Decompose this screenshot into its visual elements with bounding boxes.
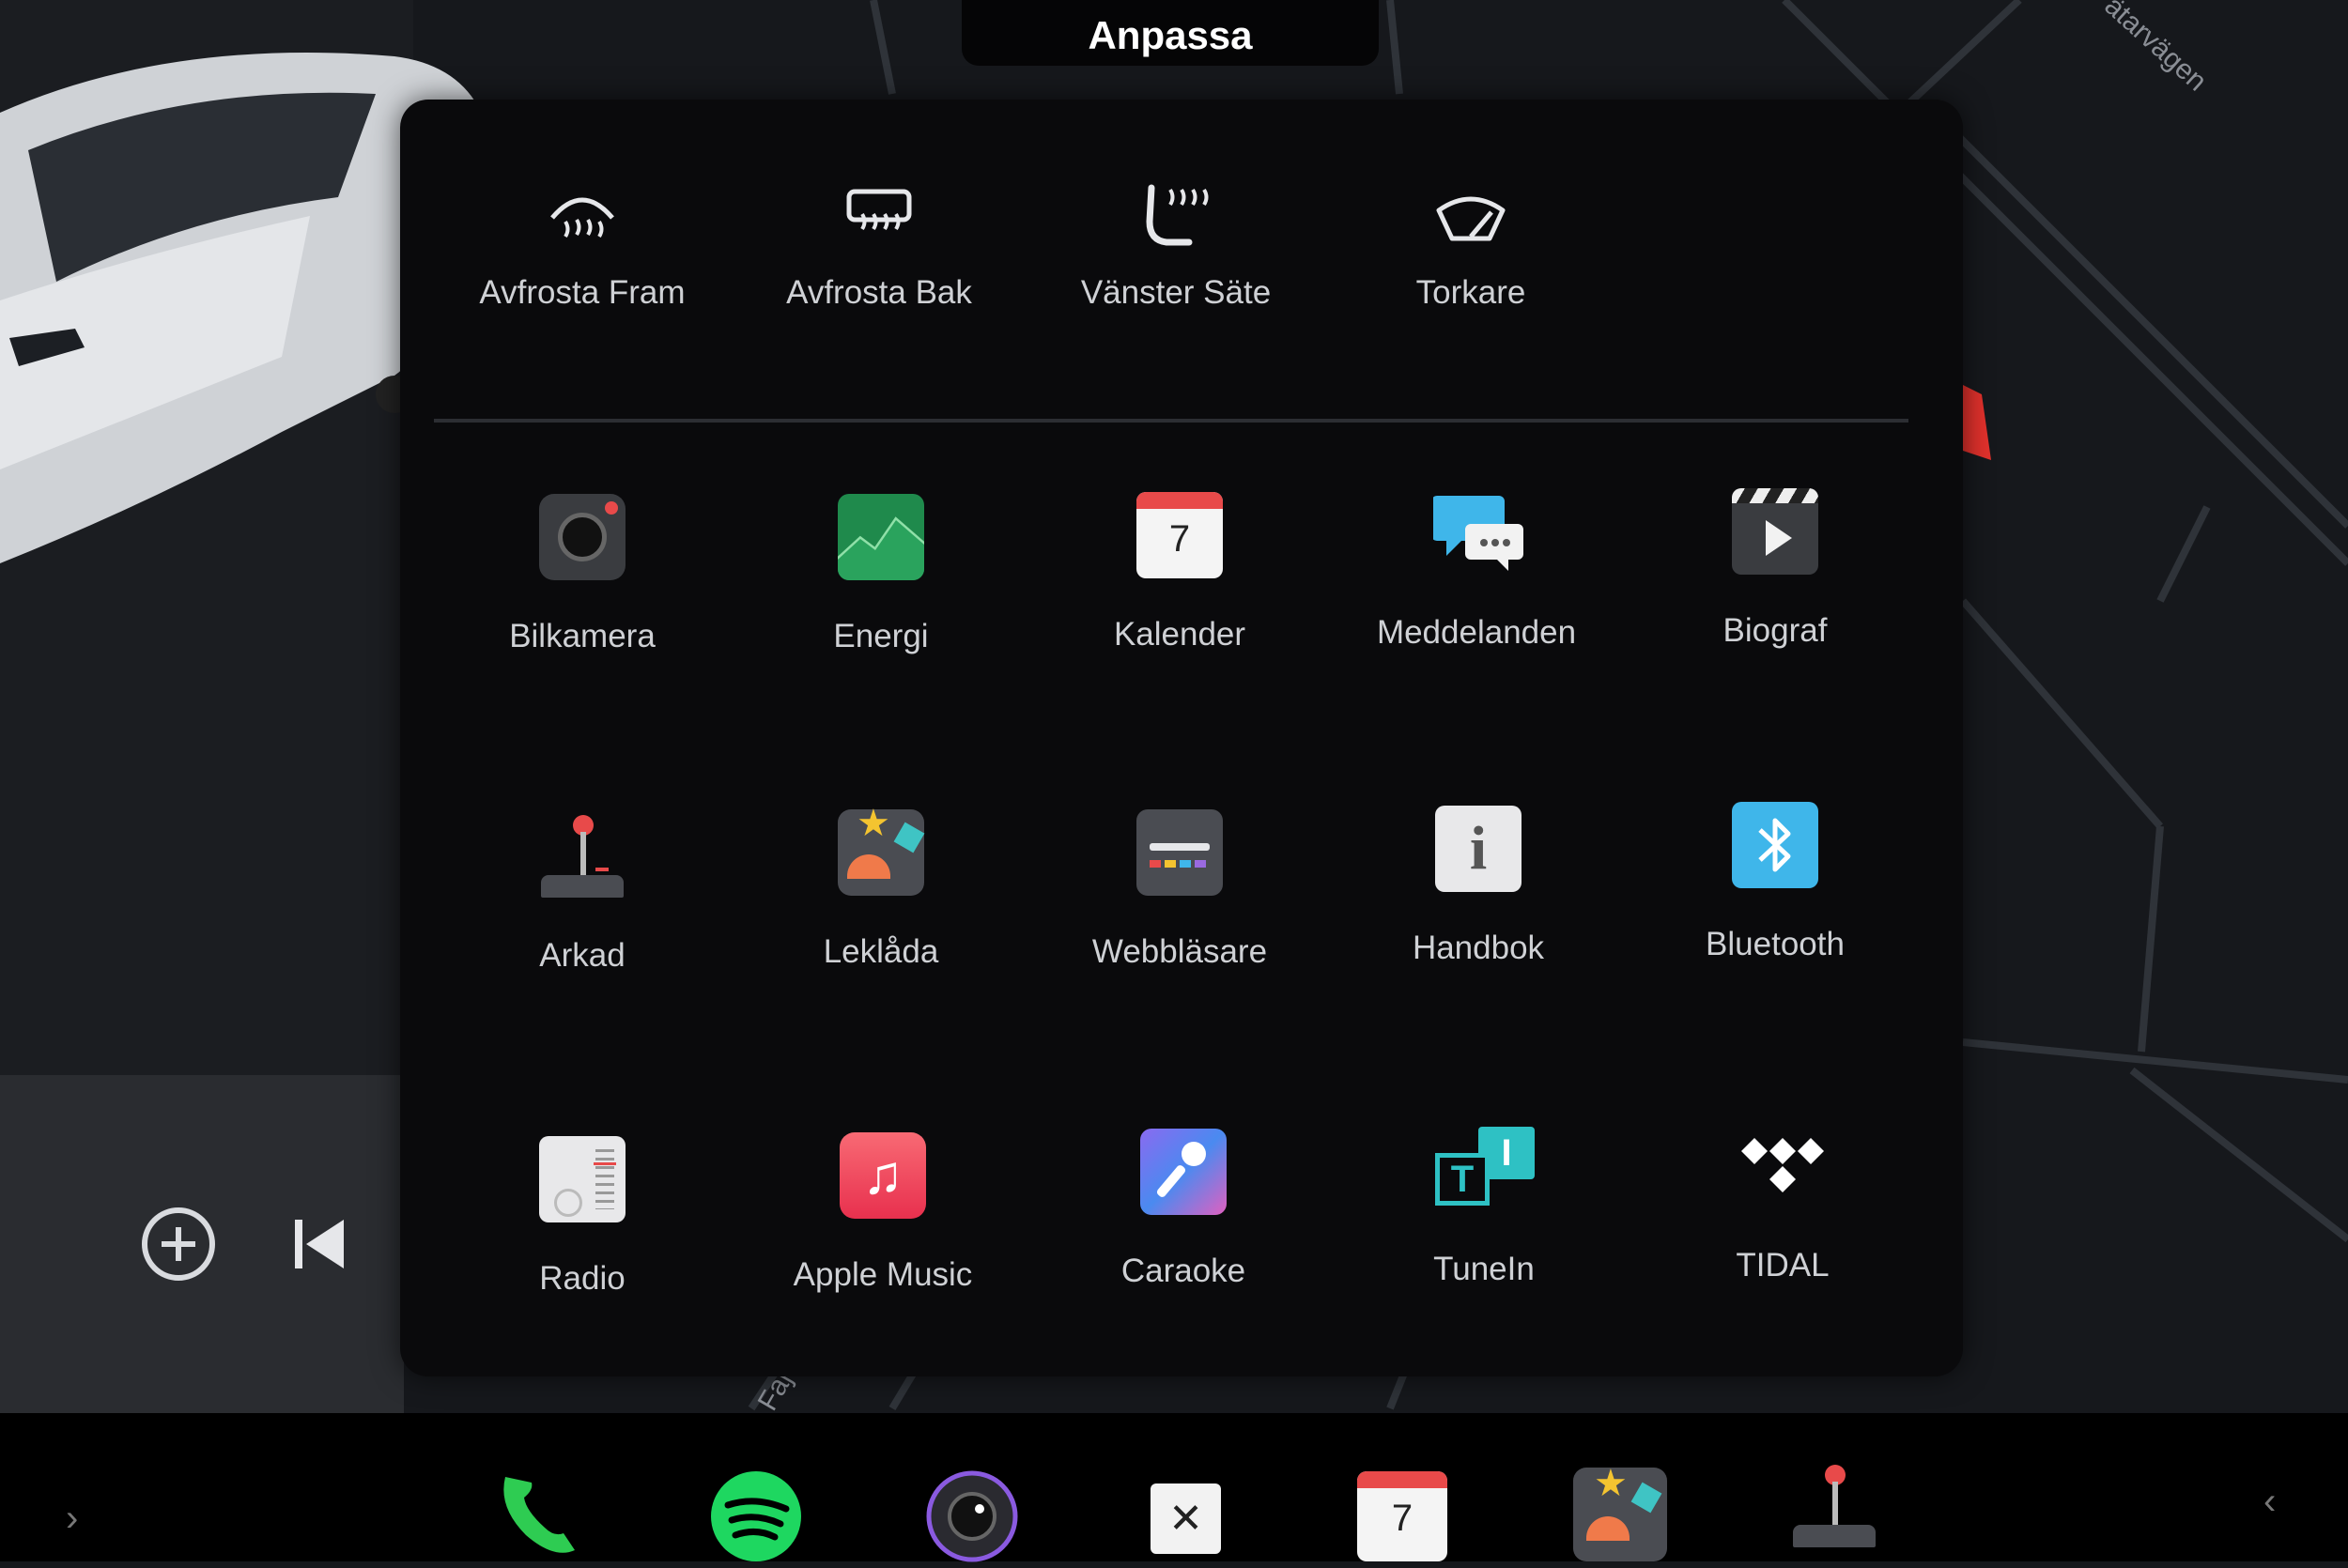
calendar-icon: 7	[1136, 492, 1223, 578]
toybox-icon: ★	[838, 803, 925, 896]
app-launcher-panel: Avfrosta Fram Avfrosta Bak Vänster Säte …	[400, 100, 1963, 1376]
dock-toybox[interactable]: ★	[1573, 1463, 1667, 1561]
camera-icon	[926, 1470, 1018, 1562]
bluetooth-icon	[1732, 802, 1818, 888]
app-energy[interactable]: Energi	[731, 494, 1031, 655]
app-messages[interactable]: Meddelanden	[1326, 490, 1627, 652]
app-label: Meddelanden	[1376, 614, 1577, 651]
quick-control-defrost-front[interactable]: Avfrosta Fram	[432, 184, 733, 312]
seat-heat-icon	[1146, 184, 1209, 246]
dock-camera[interactable]	[925, 1469, 1019, 1563]
app-tidal[interactable]: TIDAL	[1632, 1123, 1933, 1284]
quick-control-defrost-rear[interactable]: Avfrosta Bak	[729, 184, 1029, 312]
app-tunein[interactable]: I T TuneIn	[1334, 1127, 1634, 1288]
app-camera[interactable]: Bilkamera	[432, 494, 733, 655]
dock-calendar[interactable]: 7	[1357, 1471, 1447, 1561]
skip-back-icon	[295, 1220, 344, 1268]
app-apple-music[interactable]: ♫ Apple Music	[733, 1132, 1033, 1294]
arcade-icon	[539, 813, 626, 899]
dock-right-chevron[interactable]: ‹	[2263, 1481, 2276, 1523]
dock-calendar-day: 7	[1391, 1498, 1413, 1539]
app-label: Radio	[539, 1260, 626, 1297]
dock-close[interactable]: ✕	[1151, 1483, 1221, 1554]
apple-music-icon: ♫	[840, 1132, 926, 1219]
add-favorite-button[interactable]	[141, 1207, 216, 1282]
section-divider	[434, 419, 1908, 423]
quick-control-label: Vänster Säte	[1080, 274, 1272, 311]
radio-icon	[539, 1136, 626, 1222]
app-label: TIDAL	[1736, 1247, 1830, 1284]
app-theater[interactable]: Biograf	[1625, 488, 1925, 650]
app-label: Caraoke	[1120, 1253, 1246, 1289]
bottom-dock: › ✕ 7 ★ ‹	[0, 1413, 2348, 1563]
app-label: Arkad	[539, 937, 626, 974]
defrost-front-icon	[550, 197, 614, 238]
calendar-day: 7	[1168, 518, 1191, 560]
theater-icon	[1732, 488, 1818, 575]
defrost-rear-icon	[846, 189, 912, 231]
music-note-glyph: ♫	[862, 1145, 904, 1206]
app-label: TuneIn	[1433, 1251, 1535, 1287]
quick-control-left-seat[interactable]: Vänster Säte	[1026, 184, 1326, 312]
app-label: Bilkamera	[509, 618, 656, 654]
spotify-icon	[711, 1471, 801, 1561]
quick-control-label: Torkare	[1415, 274, 1526, 311]
vehicle-panel	[0, 0, 488, 1075]
media-player	[0, 1075, 404, 1413]
app-caraoke[interactable]: Caraoke	[1033, 1129, 1334, 1290]
customize-header: Anpassa	[962, 0, 1379, 66]
app-label: Apple Music	[793, 1256, 973, 1293]
quick-control-wipers[interactable]: Torkare	[1321, 184, 1621, 312]
previous-track-button[interactable]	[291, 1216, 348, 1272]
dock-left-chevron[interactable]: ›	[66, 1498, 78, 1540]
browser-icon	[1136, 809, 1223, 896]
page-title: Anpassa	[1088, 13, 1253, 57]
wiper-icon	[1436, 196, 1506, 241]
energy-icon	[838, 494, 924, 580]
dock-phone[interactable]	[488, 1469, 582, 1563]
tunein-icon: I T	[1431, 1127, 1537, 1213]
tidal-icon	[1739, 1123, 1826, 1209]
manual-glyph: i	[1469, 814, 1488, 883]
app-toybox[interactable]: ★ Leklåda	[731, 803, 1031, 971]
messages-icon	[1431, 490, 1523, 576]
camera-icon	[539, 494, 626, 580]
app-browser[interactable]: Webbläsare	[1029, 809, 1330, 971]
caraoke-icon	[1140, 1129, 1227, 1215]
plus-circle-icon	[142, 1207, 215, 1281]
quick-control-label: Avfrosta Fram	[479, 274, 686, 311]
app-arcade[interactable]: Arkad	[432, 813, 733, 975]
manual-icon: i	[1435, 806, 1522, 892]
app-label: Biograf	[1722, 612, 1828, 649]
app-label: Energi	[833, 618, 929, 654]
app-bluetooth[interactable]: Bluetooth	[1625, 802, 1925, 963]
close-icon: ✕	[1168, 1496, 1203, 1542]
app-manual[interactable]: i Handbok	[1328, 806, 1629, 967]
quick-control-label: Avfrosta Bak	[786, 274, 972, 311]
app-label: Leklåda	[823, 933, 939, 970]
tunein-t-glyph: T	[1435, 1153, 1490, 1206]
app-label: Bluetooth	[1706, 926, 1845, 962]
app-label: Kalender	[1113, 616, 1246, 653]
app-calendar[interactable]: 7 Kalender	[1029, 492, 1330, 653]
phone-icon	[503, 1477, 575, 1553]
app-label: Webbläsare	[1091, 933, 1268, 970]
app-label: Handbok	[1412, 930, 1545, 966]
dock-spotify[interactable]	[709, 1469, 803, 1563]
app-radio[interactable]: Radio	[432, 1136, 733, 1298]
dock-arcade[interactable]	[1789, 1465, 1883, 1559]
